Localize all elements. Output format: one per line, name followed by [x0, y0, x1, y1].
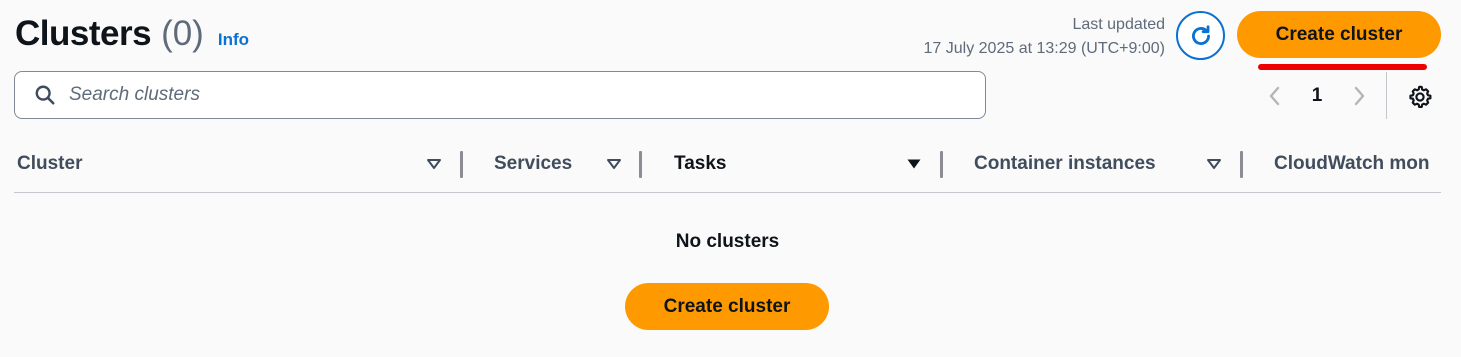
pagination: 1 [1258, 76, 1376, 116]
empty-state-title: No clusters [675, 231, 780, 252]
column-header-services[interactable]: Services [494, 142, 572, 186]
preferences-button[interactable] [1405, 82, 1435, 112]
empty-state-create-cluster-button[interactable]: Create cluster [625, 283, 829, 330]
gear-icon [1409, 85, 1432, 109]
refresh-button[interactable] [1176, 11, 1225, 60]
column-resizer[interactable] [1240, 151, 1243, 178]
search-input[interactable] [69, 84, 949, 106]
table-header: Cluster Services Tasks Container instanc… [14, 142, 1441, 193]
last-updated: Last updated 17 July 2025 at 13:29 (UTC+… [924, 13, 1165, 61]
chevron-left-icon [1269, 86, 1280, 106]
column-header-container-instances[interactable]: Container instances [974, 142, 1156, 186]
search-box[interactable] [14, 71, 986, 119]
column-header-cluster[interactable]: Cluster [17, 142, 82, 186]
next-page-button[interactable] [1342, 79, 1376, 113]
sort-cluster-icon[interactable] [425, 155, 443, 173]
chevron-right-icon [1354, 86, 1365, 106]
page-title: Clusters [15, 14, 152, 53]
page-header: Clusters (0) Info [15, 14, 249, 54]
column-resizer[interactable] [940, 151, 943, 178]
previous-page-button[interactable] [1258, 79, 1292, 113]
last-updated-label: Last updated [1072, 16, 1165, 33]
last-updated-value: 17 July 2025 at 13:29 (UTC+9:00) [923, 40, 1165, 57]
annotation-underline [1258, 64, 1427, 70]
pagination-divider [1386, 72, 1387, 119]
page-number[interactable]: 1 [1292, 85, 1342, 107]
create-cluster-button[interactable]: Create cluster [1237, 11, 1441, 58]
column-resizer[interactable] [639, 151, 642, 178]
sort-container-instances-icon[interactable] [1205, 155, 1223, 173]
column-header-cloudwatch[interactable]: CloudWatch mon [1274, 142, 1430, 186]
info-link[interactable]: Info [218, 30, 249, 50]
cluster-count: (0) [161, 14, 204, 53]
sort-services-icon[interactable] [605, 155, 623, 173]
column-header-tasks[interactable]: Tasks [674, 142, 726, 186]
search-icon [33, 83, 57, 107]
refresh-icon [1191, 24, 1210, 45]
sort-tasks-icon[interactable] [905, 155, 923, 173]
clusters-page: Clusters (0) Info Last updated 17 July 2… [0, 0, 1461, 357]
column-resizer[interactable] [460, 151, 463, 178]
